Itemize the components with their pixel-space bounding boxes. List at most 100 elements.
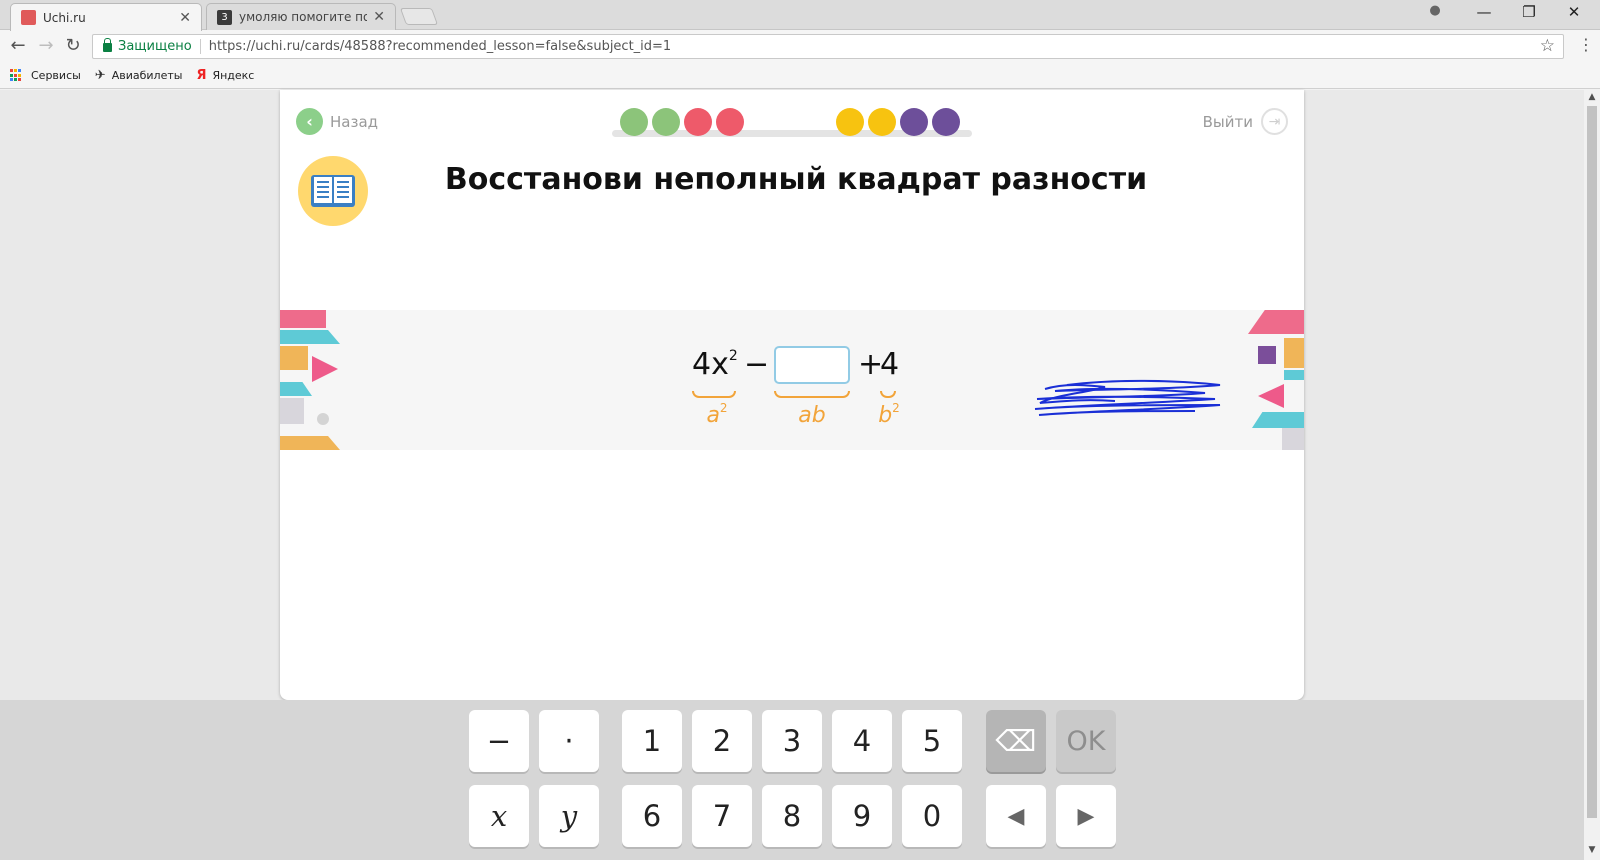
- exit-button[interactable]: Выйти ⇥: [1203, 108, 1288, 135]
- key-y[interactable]: y: [539, 785, 599, 847]
- exit-label: Выйти: [1202, 112, 1253, 131]
- decor-shape: [1282, 428, 1304, 450]
- tab-bar: Uchi.ru ✕ 3 умоляю помогите пожа ✕ ● — ❐…: [0, 0, 1600, 31]
- decor-shape: [1258, 384, 1284, 408]
- menu-dots-icon[interactable]: ⋮: [1578, 35, 1594, 54]
- progress-dot: [684, 108, 712, 136]
- progress-dots: [620, 108, 980, 138]
- scribble-annotation: [1034, 379, 1221, 416]
- tab-title: Uchi.ru: [43, 10, 86, 25]
- scroll-thumb[interactable]: [1587, 106, 1597, 818]
- decor-shape: [1252, 412, 1304, 428]
- minus-sign: −: [744, 347, 770, 382]
- close-tab-icon[interactable]: ✕: [373, 9, 385, 25]
- key-2[interactable]: 2: [692, 710, 752, 772]
- task-card: ‹ Назад Выйти ⇥ Восстанови неполный квад…: [280, 90, 1304, 700]
- progress-dot: [900, 108, 928, 136]
- new-tab-button[interactable]: [399, 8, 439, 25]
- progress-dot: [932, 108, 960, 136]
- key-1[interactable]: 1: [622, 710, 682, 772]
- backspace-icon[interactable]: ⌫: [986, 710, 1046, 772]
- decor-shape: [1284, 338, 1304, 368]
- tab-title: умоляю помогите пожа: [239, 10, 368, 24]
- decor-shape: [280, 330, 340, 344]
- vertical-scrollbar[interactable]: ▲ ▼: [1584, 90, 1600, 860]
- key-x[interactable]: x: [469, 785, 529, 847]
- close-tab-icon[interactable]: ✕: [179, 10, 191, 26]
- decor-shape: [280, 436, 340, 450]
- progress-dot: [868, 108, 896, 136]
- key-dot[interactable]: ·: [539, 710, 599, 772]
- cursor-right-icon[interactable]: ▶: [1056, 785, 1116, 847]
- chevron-left-icon: ‹: [296, 108, 323, 135]
- decor-shape: [280, 382, 312, 396]
- account-icon[interactable]: ●: [1420, 3, 1450, 18]
- minimize-button[interactable]: —: [1469, 3, 1499, 21]
- key-5[interactable]: 5: [902, 710, 962, 772]
- address-bar[interactable]: Защищено https://uchi.ru/cards/48588?rec…: [92, 34, 1564, 59]
- ok-button[interactable]: OK: [1056, 710, 1116, 772]
- progress-dot: [652, 108, 680, 136]
- progress-dot: [716, 108, 744, 136]
- key-4[interactable]: 4: [832, 710, 892, 772]
- key-8[interactable]: 8: [762, 785, 822, 847]
- decor-shape: [280, 310, 326, 328]
- key-3[interactable]: 3: [762, 710, 822, 772]
- key-minus[interactable]: −: [469, 710, 529, 772]
- bookmark-flights[interactable]: ✈ Авиабилеты: [95, 68, 183, 83]
- back-label: Назад: [330, 112, 379, 131]
- decor-shape: [312, 356, 338, 382]
- label-a-squared: a2: [706, 401, 728, 428]
- close-window-button[interactable]: ✕: [1559, 3, 1589, 21]
- brace-ab: [774, 391, 850, 398]
- bookmark-yandex[interactable]: Я Яндекс: [196, 68, 254, 83]
- lock-icon: [103, 38, 112, 52]
- task-title: Восстанови неполный квадрат разности: [444, 162, 1148, 197]
- scroll-up-icon[interactable]: ▲: [1584, 92, 1600, 102]
- cursor-left-icon[interactable]: ◀: [986, 785, 1046, 847]
- plane-icon: ✈: [94, 68, 106, 83]
- decor-shape: [317, 413, 329, 425]
- progress-dot: [620, 108, 648, 136]
- decor-shape: [1248, 310, 1304, 334]
- answer-input[interactable]: [774, 346, 850, 384]
- back-button[interactable]: ‹ Назад: [296, 108, 378, 135]
- decor-shape: [1284, 370, 1304, 380]
- url-text[interactable]: https://uchi.ru/cards/48588?recommended_…: [209, 39, 672, 54]
- bookmark-label: Сервисы: [31, 69, 81, 82]
- secure-label: Защищено: [118, 39, 192, 54]
- decor-shape: [280, 398, 304, 424]
- back-arrow-icon[interactable]: ←: [7, 36, 29, 56]
- key-6[interactable]: 6: [622, 785, 682, 847]
- progress-dot: [836, 108, 864, 136]
- label-ab: ab: [798, 403, 826, 428]
- term-last: 4: [880, 347, 900, 382]
- decor-shape: [1258, 346, 1276, 364]
- scroll-down-icon[interactable]: ▼: [1584, 845, 1600, 855]
- brace-a2: [692, 391, 736, 398]
- math-keyboard: − · 1 2 3 4 5 ⌫ OK x y 6 7 8 9 0 ◀ ▶: [0, 700, 1584, 860]
- reload-icon[interactable]: ↻: [62, 36, 84, 56]
- uchi-favicon-icon: [21, 10, 36, 25]
- restore-button[interactable]: ❐: [1514, 3, 1544, 21]
- bookmarks-bar: Сервисы ✈ Авиабилеты Я Яндекс: [0, 63, 1600, 89]
- term-first: 4x2: [692, 347, 738, 382]
- exit-icon: ⇥: [1261, 108, 1288, 135]
- omnibox-divider: [199, 39, 201, 54]
- decor-shape: [280, 346, 308, 370]
- yandex-icon: Я: [196, 68, 207, 83]
- key-9[interactable]: 9: [832, 785, 892, 847]
- bookmark-label: Яндекс: [212, 69, 255, 82]
- znanija-favicon-icon: 3: [217, 9, 232, 25]
- forward-arrow-icon[interactable]: →: [35, 36, 57, 56]
- tab-znanija[interactable]: 3 умоляю помогите пожа ✕: [206, 3, 396, 30]
- key-7[interactable]: 7: [692, 785, 752, 847]
- bookmark-star-icon[interactable]: ☆: [1540, 36, 1555, 56]
- browser-toolbar: ← → ↻ Защищено https://uchi.ru/cards/485…: [0, 30, 1600, 63]
- apps-grid-icon: [10, 69, 23, 82]
- bookmark-label: Авиабилеты: [111, 69, 183, 82]
- bookmark-services[interactable]: Сервисы: [10, 69, 81, 82]
- key-0[interactable]: 0: [902, 785, 962, 847]
- tab-uchi[interactable]: Uchi.ru ✕: [10, 3, 202, 31]
- label-b-squared: b2: [878, 401, 900, 428]
